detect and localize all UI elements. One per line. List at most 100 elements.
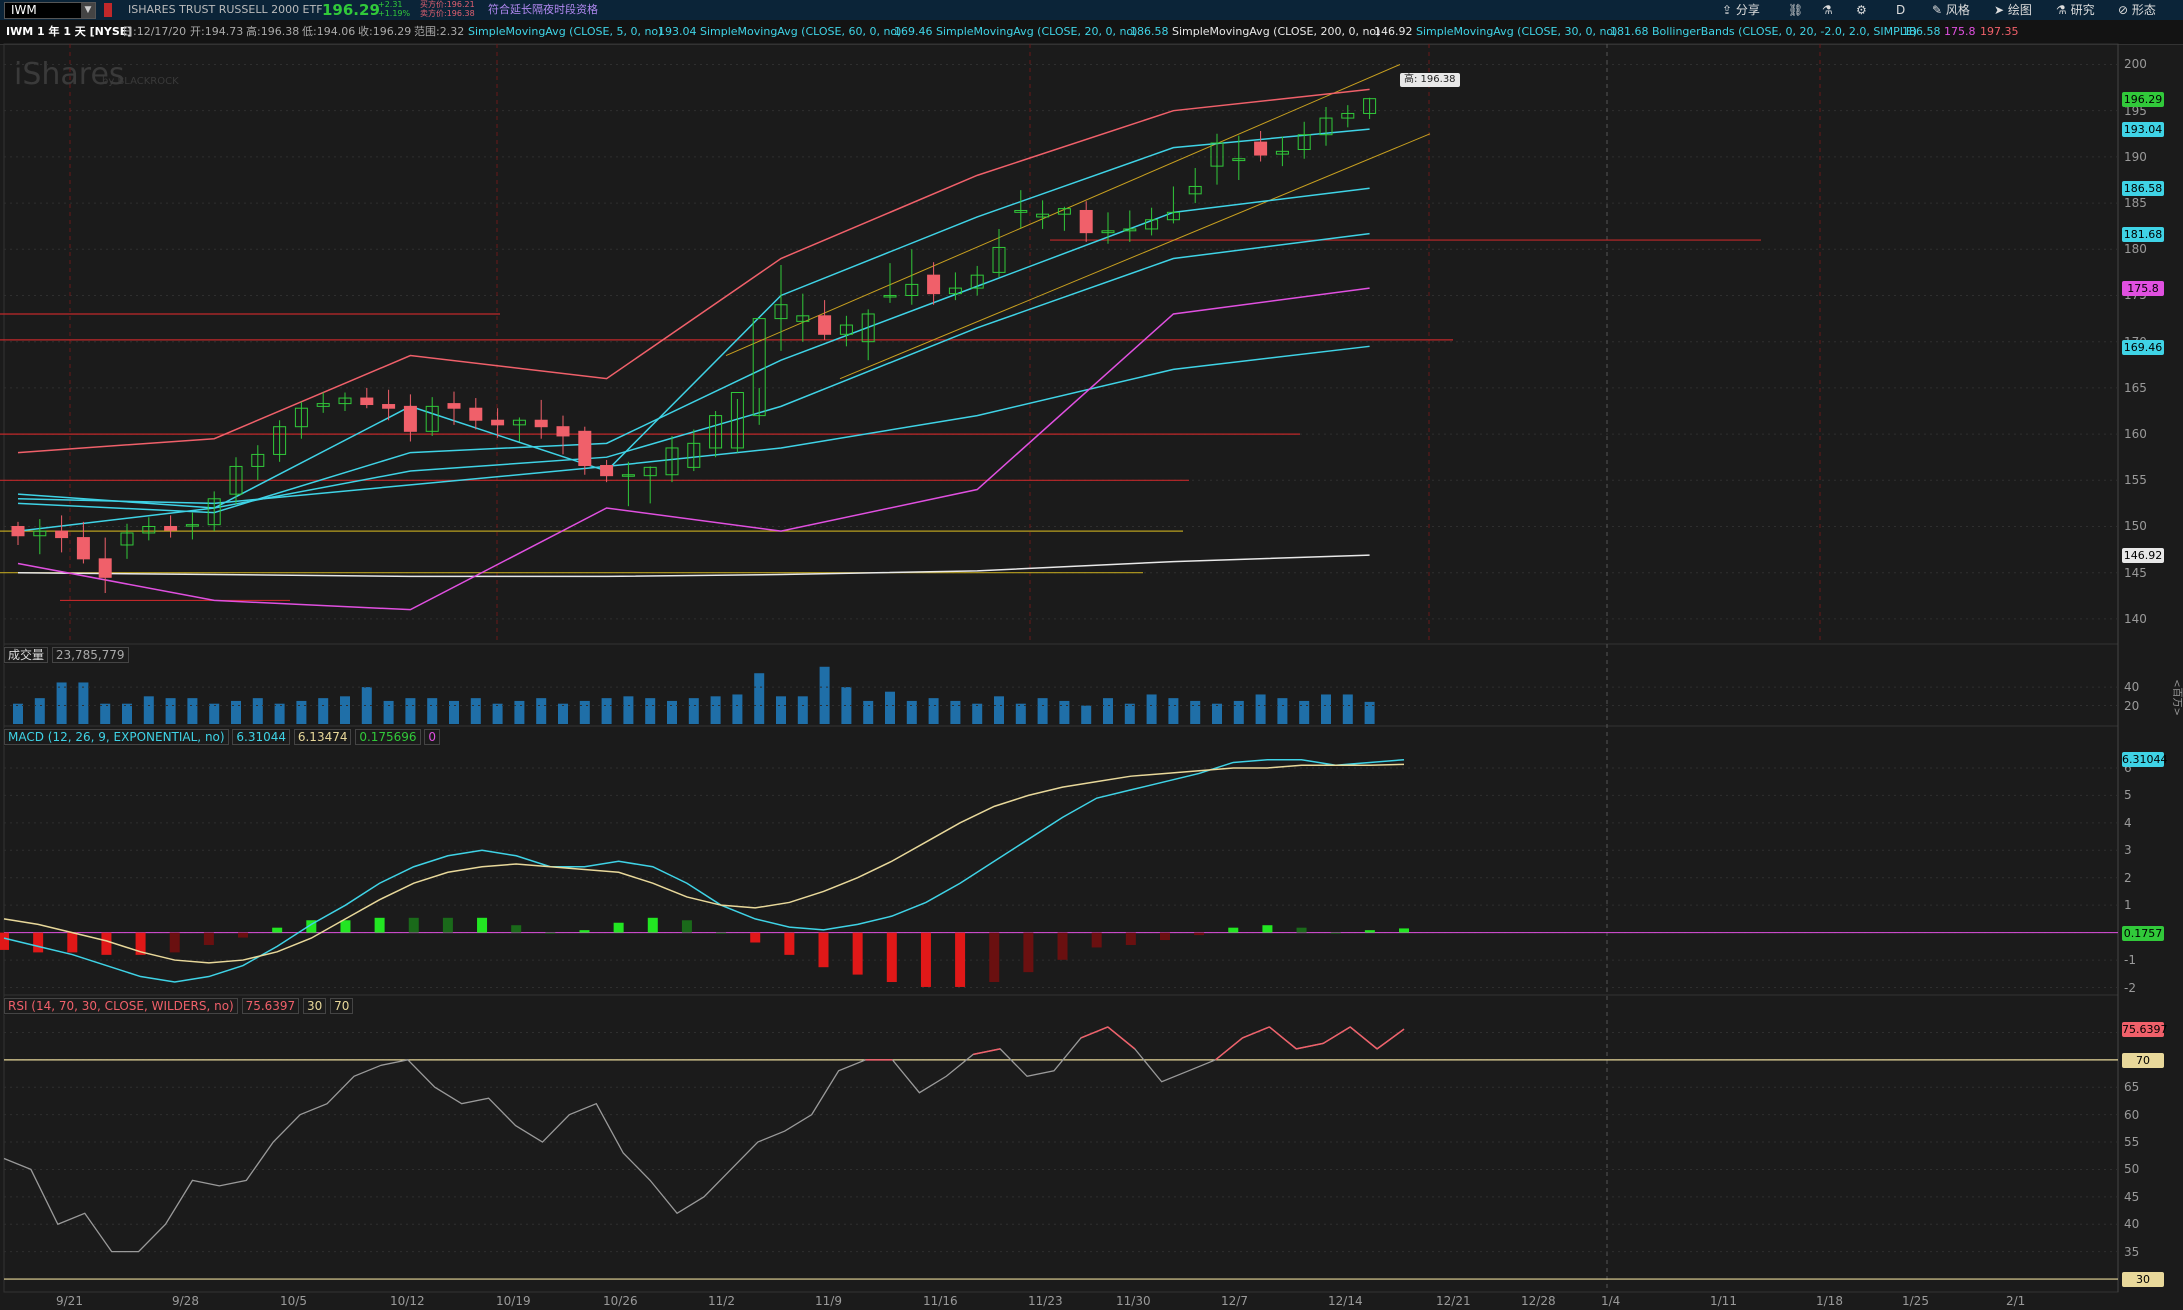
volume-bar [122, 703, 132, 724]
volume-bar [1212, 703, 1222, 724]
rsi-overbought-segment [1349, 1026, 1378, 1050]
volume-bar [1233, 700, 1244, 724]
candle-body [534, 419, 548, 428]
macd-histogram-bar [647, 917, 658, 933]
x-axis-label: 11/9 [815, 1294, 842, 1308]
candle-body [1254, 141, 1268, 156]
candle-body [556, 426, 570, 437]
macd-axis-tick: 5 [2124, 788, 2132, 803]
rsi-panel-label[interactable]: RSI (14, 70, 30, CLOSE, WILDERS, no) 75.… [4, 997, 354, 1015]
price-badge: 193.04 [2122, 121, 2164, 137]
macd-histogram-bar [1330, 932, 1341, 934]
rsi-overbought-segment [973, 1048, 1001, 1056]
macd-histogram-bar [67, 932, 78, 953]
x-axis-label: 11/23 [1028, 1294, 1063, 1308]
volume-bar [688, 698, 699, 724]
chart-canvas[interactable]: iShares by BLACKROCK [0, 0, 2183, 1310]
rsi-axis-tick: 35 [2124, 1244, 2140, 1259]
macd-histogram-bar [989, 932, 1000, 983]
volume-value: 23,785,779 [51, 647, 129, 663]
candle-body [76, 537, 90, 560]
x-axis-label: 1/4 [1601, 1294, 1621, 1308]
volume-bar [885, 691, 895, 724]
macd-zero: 0 [424, 729, 441, 745]
macd-histogram-bar [1262, 925, 1273, 933]
x-axis-label: 10/19 [496, 1294, 531, 1308]
high-callout: 高: 196.38 [1400, 73, 1460, 87]
macd-histogram-bar [818, 932, 829, 968]
ma-line-5 [17, 88, 1370, 454]
macd-panel-label[interactable]: MACD (12, 26, 9, EXPONENTIAL, no) 6.3104… [4, 728, 441, 746]
macd-histogram-bar [169, 932, 180, 953]
macd-diff: 0.175696 [355, 729, 421, 745]
macd-histogram-bar [613, 922, 624, 933]
price-axis-tick: 150 [2124, 519, 2147, 534]
candle-body [600, 465, 614, 477]
price-axis-tick: 145 [2124, 565, 2147, 580]
macd-histogram-bar [203, 932, 214, 945]
volume-bar [1342, 694, 1353, 724]
volume-bar [13, 703, 23, 724]
macd-axis-tick: 1 [2124, 898, 2132, 913]
macd-histogram-bar [920, 932, 931, 987]
rsi-label: RSI (14, 70, 30, CLOSE, WILDERS, no) [4, 998, 238, 1014]
x-axis-label: 10/26 [603, 1294, 638, 1308]
macd-axis-tick: 2 [2124, 870, 2132, 885]
volume-panel-label[interactable]: 成交量 23,785,779 [4, 646, 129, 664]
volume-bar [819, 666, 830, 724]
price-badge: 175.8 [2122, 281, 2164, 297]
macd-histogram-bar [579, 930, 590, 933]
rsi-70-badge: 70 [2122, 1052, 2164, 1068]
x-axis-label: 12/21 [1436, 1294, 1471, 1308]
volume-bar [906, 700, 917, 724]
x-axis-label: 12/7 [1221, 1294, 1248, 1308]
price-axis-tick: 160 [2124, 427, 2147, 442]
macd-histogram-bar [545, 932, 556, 934]
volume-bar [405, 698, 416, 724]
volume-bar [994, 696, 1004, 724]
candle-body [360, 397, 374, 406]
candle-body [469, 407, 483, 421]
volume-bar [1168, 698, 1179, 724]
candle-body [98, 558, 112, 578]
rsi-axis-tick: 40 [2124, 1217, 2140, 1232]
volume-bar [1255, 694, 1266, 724]
macd-histogram-bar [1125, 932, 1136, 945]
volume-bar [78, 682, 89, 724]
candle-body [578, 430, 592, 467]
macd-histogram-bar [1023, 932, 1034, 973]
volume-bar [601, 698, 612, 724]
volume-bar [34, 698, 45, 724]
volume-bar [143, 696, 154, 724]
volume-bar [1103, 698, 1113, 724]
x-axis-label: 1/11 [1710, 1294, 1737, 1308]
macd-histogram-bar [1159, 932, 1170, 941]
macd-histogram-bar [340, 920, 351, 933]
macd-histogram-bar [784, 932, 795, 955]
x-axis-label: 11/2 [708, 1294, 735, 1308]
volume-bar [209, 703, 220, 724]
volume-bar [252, 698, 263, 724]
volume-bar [776, 696, 786, 724]
macd-histogram-bar [1364, 930, 1375, 933]
volume-bar [492, 703, 503, 724]
x-axis-label: 11/16 [923, 1294, 958, 1308]
volume-bar [1015, 703, 1026, 724]
macd-histogram-bar [408, 917, 419, 933]
volume-bar [797, 696, 808, 724]
rsi-overbought-segment [1107, 1026, 1136, 1050]
price-badge: 196.29 [2122, 91, 2164, 107]
x-axis-label: 12/28 [1521, 1294, 1556, 1308]
rsi-value: 75.6397 [241, 998, 300, 1014]
macd-histogram-bar [1296, 927, 1307, 933]
macd-histogram-bar [1091, 932, 1102, 948]
volume-bar [950, 700, 961, 724]
price-badge: 181.68 [2122, 226, 2164, 242]
volume-bar [187, 698, 198, 724]
rsi-overbought-segment [1322, 1026, 1351, 1045]
volume-bar [1081, 705, 1092, 724]
volume-bar [340, 696, 350, 724]
rsi-overbought: 70 [330, 998, 354, 1014]
macd-histogram-bar [955, 932, 966, 987]
rsi-overbought-segment [1268, 1026, 1297, 1050]
